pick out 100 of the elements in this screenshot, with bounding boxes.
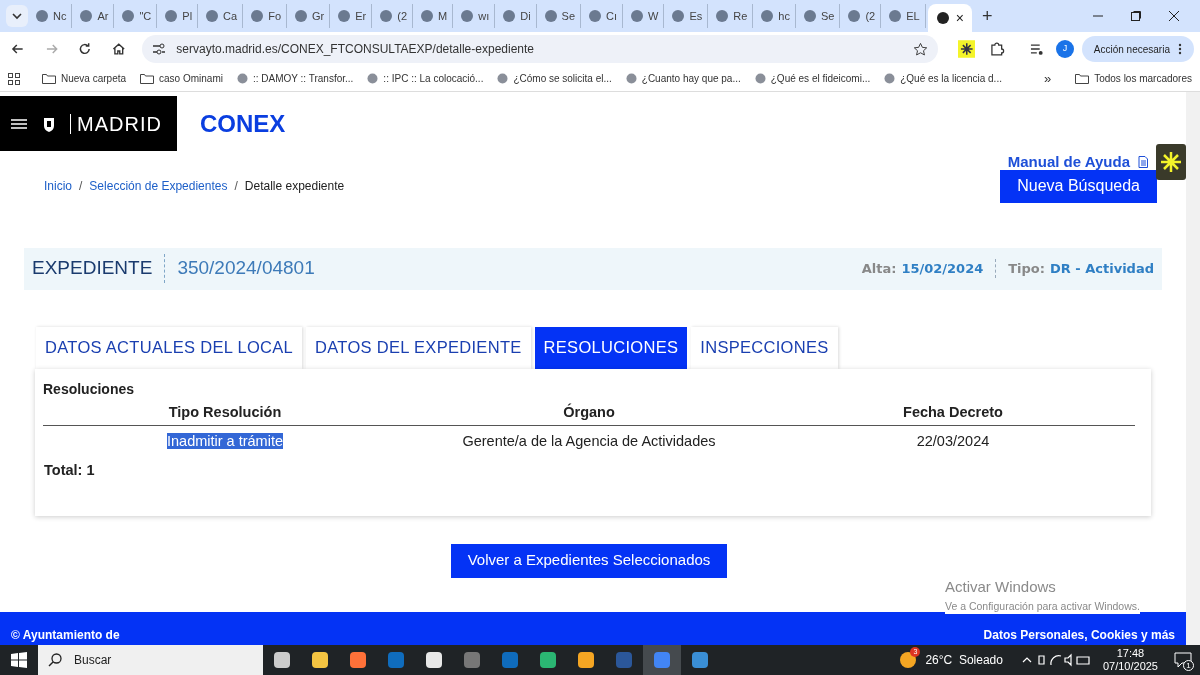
tab-search-icon[interactable] — [6, 5, 28, 27]
browser-tab[interactable]: wı — [455, 4, 496, 28]
breadcrumb-link[interactable]: Inicio — [44, 177, 72, 195]
puzzle-icon[interactable] — [989, 41, 1005, 57]
system-tray-drawing[interactable] — [1020, 653, 1091, 667]
section-tab[interactable]: DATOS ACTUALES DEL LOCAL — [36, 326, 303, 369]
bookmark-star-icon[interactable] — [912, 41, 928, 57]
section-tab[interactable]: DATOS DEL EXPEDIENTE — [306, 326, 531, 369]
browser-tab[interactable]: Se — [538, 4, 582, 28]
breadcrumb-separator: / — [79, 178, 83, 195]
browser-tab[interactable]: Fo — [245, 4, 287, 28]
taskbar-search-field[interactable]: Buscar — [38, 645, 263, 675]
favicon-icon — [121, 9, 136, 23]
browser-tab[interactable]: hc — [755, 4, 796, 28]
extension-icon[interactable] — [957, 40, 976, 58]
home-icon[interactable] — [110, 41, 127, 57]
all-bookmarks-button[interactable]: Todos los marcadores — [1075, 71, 1192, 86]
tab-title: Er — [355, 8, 367, 24]
expediente-label: EXPEDIENTE — [32, 254, 166, 283]
action-required-button[interactable]: Acción necesaria — [1081, 36, 1194, 62]
notification-count: 1 — [1183, 660, 1194, 671]
sun-icon — [899, 651, 918, 669]
bookmark-item[interactable]: ¿Cómo se solicita el... — [497, 71, 612, 86]
tab-title: hc — [778, 8, 790, 24]
browser-tab[interactable]: Di — [497, 4, 537, 28]
expediente-number: 350/2024/04801 — [177, 256, 315, 281]
tab-title: Gr — [312, 8, 325, 24]
restore-icon[interactable] — [1130, 10, 1142, 22]
bookmark-item[interactable]: Nueva carpeta — [42, 71, 127, 86]
section-tab[interactable]: RESOLUCIONES — [534, 326, 688, 369]
favicon-icon — [502, 9, 517, 23]
more-bookmarks-button[interactable]: » — [1043, 68, 1052, 89]
site-info-icon[interactable] — [152, 42, 167, 56]
footer-link[interactable]: Datos Personales, Cookies y más — [983, 626, 1175, 644]
browser-tab[interactable]: Es — [666, 4, 709, 28]
apps-icon[interactable] — [8, 72, 20, 85]
column-header: Tipo Resolución — [43, 401, 407, 426]
weather-text[interactable]: 26°C Soleado — [925, 651, 1003, 669]
browser-tab[interactable]: Gr — [289, 4, 331, 28]
breadcrumb-link[interactable]: Selección de Expedientes — [89, 177, 228, 195]
new-tab-button[interactable]: + — [973, 2, 1001, 30]
more-icon[interactable] — [1177, 43, 1182, 55]
panel-title: Resoluciones — [43, 379, 136, 399]
tab-title: Se — [820, 8, 835, 24]
browser-tab[interactable]: Cı — [583, 4, 624, 28]
back-button[interactable]: Volver a Expedientes Seleccionados — [450, 543, 728, 578]
tab-title: (2 — [397, 8, 407, 24]
browser-tab[interactable]: "C — [116, 4, 158, 28]
bookmark-item[interactable]: ¿Qué es el fideicomi... — [754, 71, 871, 86]
favicon-icon — [35, 9, 49, 23]
browser-tab[interactable]: Pl — [159, 4, 199, 28]
browser-tab[interactable]: Ca — [200, 4, 244, 28]
activation-title: Activar Windows — [945, 577, 1057, 597]
bookmark-item[interactable]: :: IPC :: La colocació... — [367, 71, 484, 86]
clock-date: 07/10/2025 — [1102, 660, 1158, 673]
browser-tab[interactable]: Er — [332, 4, 373, 28]
browser-tab[interactable]: M — [415, 4, 454, 28]
scrollbar[interactable] — [1186, 92, 1200, 645]
browser-tab[interactable]: W — [625, 4, 665, 28]
column-header: Fecha Decreto — [771, 401, 1135, 426]
notifications-icon[interactable] — [1174, 652, 1192, 668]
bookmark-item[interactable]: :: DAMOY :: Transfor... — [236, 71, 354, 86]
favicon-icon — [754, 73, 766, 84]
favicon-icon — [588, 9, 603, 23]
favicon-icon — [205, 9, 220, 23]
favicon-icon — [802, 9, 817, 23]
browser-tab[interactable]: Nc — [30, 4, 73, 28]
tab-title: Pl — [182, 8, 193, 24]
browser-tab[interactable]: Re — [710, 4, 754, 28]
menu-icon[interactable] — [10, 116, 28, 131]
section-tab[interactable]: INSPECCIONES — [691, 326, 838, 369]
profile-avatar[interactable]: J — [1056, 40, 1074, 58]
windows-start-icon[interactable] — [11, 652, 27, 668]
tab-title: Di — [520, 8, 531, 24]
favicon-icon — [630, 9, 645, 23]
close-icon[interactable] — [1168, 10, 1180, 22]
clock-time: 17:48 — [1116, 647, 1145, 660]
browser-tab[interactable]: EL — [883, 4, 926, 28]
favicon-icon — [497, 73, 509, 84]
media-icon[interactable] — [1028, 41, 1045, 57]
copyright-text: © Ayuntamiento de — [11, 627, 120, 644]
tab-title: (2 — [865, 8, 876, 24]
accessibility-widget-icon[interactable] — [1156, 144, 1186, 180]
address-bar[interactable]: servayto.madrid.es/CONEX_FTCONSULTAEXP/detalle-expediente — [142, 35, 938, 63]
new-search-button[interactable]: Nueva Búsqueda — [1000, 169, 1157, 203]
browser-tab[interactable]: (2 — [374, 4, 413, 28]
app-title: CONEX — [200, 108, 286, 139]
bookmark-item[interactable]: caso Ominami — [140, 71, 223, 86]
bookmark-item[interactable]: ¿Qué es la licencia d... — [884, 71, 1002, 86]
reload-icon[interactable] — [77, 41, 93, 57]
tab-title: Cı — [606, 8, 618, 24]
browser-tab[interactable]: Ar — [74, 4, 115, 28]
browser-tab[interactable]: × — [927, 4, 972, 32]
browser-tab[interactable]: (2 — [842, 4, 882, 28]
browser-tab[interactable]: Se — [797, 4, 841, 28]
tab-close-button[interactable]: × — [955, 7, 964, 29]
alta-date: 15/02/2024 — [901, 258, 997, 279]
favicon-icon — [367, 73, 379, 84]
bookmark-item[interactable]: ¿Cuanto hay que pa... — [625, 71, 741, 86]
tab-title: Nc — [53, 8, 67, 24]
